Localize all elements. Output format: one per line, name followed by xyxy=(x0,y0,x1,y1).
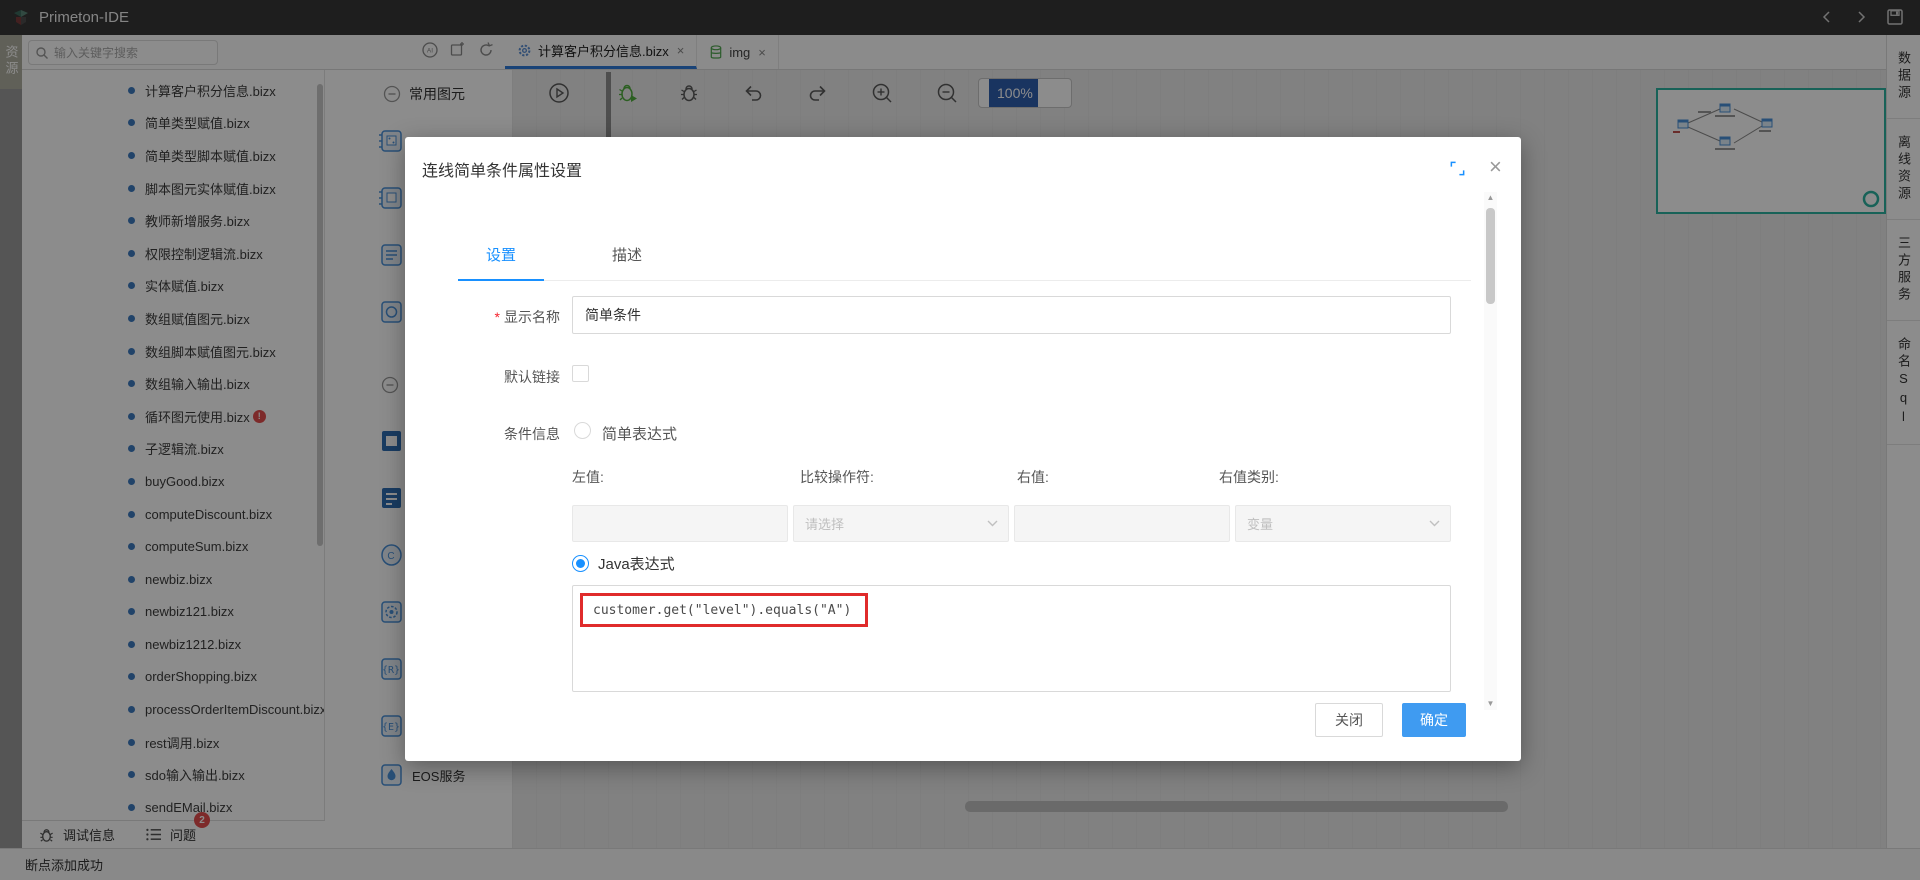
java-expression-radio[interactable] xyxy=(572,555,589,572)
simple-expression-radio[interactable] xyxy=(574,422,591,439)
chevron-down-icon xyxy=(987,520,998,527)
default-link-checkbox[interactable] xyxy=(572,365,589,382)
annotation-highlight-box: customer.get("level").equals("A") xyxy=(580,593,868,627)
right-value-input[interactable] xyxy=(1014,505,1230,542)
default-link-label: 默认链接 xyxy=(405,367,560,387)
java-expression-code: customer.get("level").equals("A") xyxy=(593,603,851,618)
dialog-title: 连线简单条件属性设置 xyxy=(422,157,582,181)
fullscreen-icon[interactable] xyxy=(1449,160,1466,182)
chevron-down-icon xyxy=(1429,520,1440,527)
dialog-scrollbar[interactable]: ▲ ▼ xyxy=(1484,192,1497,710)
display-name-label: *显示名称 xyxy=(405,307,560,327)
tab-settings[interactable]: 设置 xyxy=(458,232,544,281)
app-root: Primeton-IDE AI xyxy=(0,0,1920,880)
scrollbar-thumb[interactable] xyxy=(1486,208,1495,304)
left-value-input[interactable] xyxy=(572,505,788,542)
display-name-input[interactable] xyxy=(572,296,1451,334)
java-expression-textarea[interactable]: customer.get("level").equals("A") xyxy=(572,585,1451,692)
java-expression-label: Java表达式 xyxy=(598,553,675,574)
operator-select[interactable]: 请选择 xyxy=(793,505,1009,542)
simple-expression-label: 简单表达式 xyxy=(602,423,677,444)
right-value-type-column-label: 右值类别: xyxy=(1219,467,1279,487)
left-value-column-label: 左值: xyxy=(572,467,604,487)
condition-settings-dialog: 连线简单条件属性设置 × 设置 描述 *显示名称 默认链接 条件信息 简单表达式… xyxy=(405,137,1521,761)
scroll-up-icon[interactable]: ▲ xyxy=(1484,192,1497,204)
condition-info-label: 条件信息 xyxy=(405,424,560,444)
right-value-column-label: 右值: xyxy=(1017,467,1049,487)
dialog-tabs: 设置 描述 xyxy=(458,232,1471,281)
close-button[interactable]: 关闭 xyxy=(1315,703,1383,737)
required-marker: * xyxy=(495,309,500,325)
right-value-type-select[interactable]: 变量 xyxy=(1235,505,1451,542)
operator-column-label: 比较操作符: xyxy=(800,467,874,487)
scroll-down-icon[interactable]: ▼ xyxy=(1484,698,1497,710)
tab-description[interactable]: 描述 xyxy=(584,232,670,280)
expression-fields-row: 请选择 变量 xyxy=(572,505,1451,542)
close-icon[interactable]: × xyxy=(1485,150,1506,184)
ok-button[interactable]: 确定 xyxy=(1402,703,1466,737)
